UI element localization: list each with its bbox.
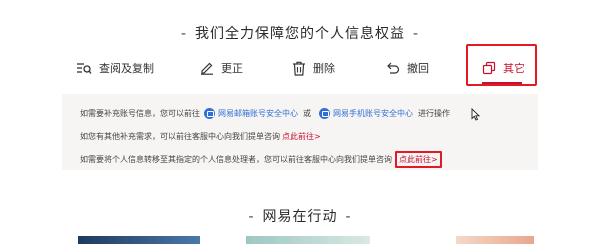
info-text: 如需要补充账号信息，您可以前往 bbox=[80, 109, 200, 118]
section-heading: - 我们全力保障您的个人信息权益 - bbox=[0, 23, 600, 43]
tab-query-copy[interactable]: 查阅及复制 bbox=[76, 50, 154, 86]
mouse-pointer-icon bbox=[471, 108, 480, 121]
phone-security-center-link[interactable]: 网易手机账号安全中心 bbox=[315, 108, 413, 119]
highlight-box-other-tab bbox=[466, 44, 537, 86]
info-line-other-needs: 如您有其他补充需求，可以前往客服中心向我们提单咨询 点此前往> bbox=[80, 131, 321, 142]
info-line-supplement-account: 如需要补充账号信息，您可以前往 网易邮箱账号安全中心 或 网易手机账号安全中心 … bbox=[80, 108, 450, 119]
info-text: 如需要将个人信息转移至其指定的个人信息处理者，您可以前往客服中心向我们提单咨询 bbox=[80, 155, 392, 164]
heading-dash: - bbox=[345, 209, 352, 225]
mail-icon bbox=[204, 108, 215, 119]
link-label: 网易邮箱账号安全中心 bbox=[218, 109, 298, 118]
heading-dash: - bbox=[248, 209, 255, 225]
action-card-image[interactable] bbox=[78, 236, 200, 244]
tab-withdraw[interactable]: 撤回 bbox=[386, 50, 429, 86]
undo-icon bbox=[387, 62, 400, 74]
tab-label: 撤回 bbox=[407, 62, 429, 75]
heading-title: 网易在行动 bbox=[262, 209, 338, 225]
heading-dash: - bbox=[180, 26, 187, 42]
section-heading: - 网易在行动 - bbox=[0, 206, 600, 226]
tab-delete[interactable]: 删除 bbox=[292, 50, 335, 86]
goto-link-highlighted[interactable]: 点此前往> bbox=[395, 151, 442, 168]
action-card-image[interactable] bbox=[456, 236, 534, 244]
action-card-image[interactable] bbox=[246, 236, 370, 244]
trash-icon bbox=[293, 61, 305, 76]
search-list-icon bbox=[77, 63, 92, 74]
info-text: 进行操作 bbox=[418, 109, 450, 118]
info-text: 或 bbox=[303, 109, 311, 118]
action-card-strip bbox=[0, 236, 600, 244]
link-label: 网易手机账号安全中心 bbox=[333, 109, 413, 118]
info-line-transfer: 如需要将个人信息转移至其指定的个人信息处理者，您可以前往客服中心向我们提单咨询 … bbox=[80, 151, 442, 168]
heading-title: 我们全力保障您的个人信息权益 bbox=[195, 26, 405, 42]
info-text: 如您有其他补充需求，可以前往客服中心向我们提单咨询 bbox=[80, 132, 280, 141]
phone-icon bbox=[319, 108, 330, 119]
tab-label: 查阅及复制 bbox=[99, 62, 154, 75]
goto-link[interactable]: 点此前往> bbox=[282, 131, 321, 142]
info-panel: 如需要补充账号信息，您可以前往 网易邮箱账号安全中心 或 网易手机账号安全中心 … bbox=[62, 94, 538, 170]
tab-label: 删除 bbox=[313, 62, 335, 75]
tab-correct[interactable]: 更正 bbox=[200, 50, 243, 86]
mail-security-center-link[interactable]: 网易邮箱账号安全中心 bbox=[200, 108, 298, 119]
pencil-icon bbox=[201, 62, 213, 75]
heading-dash: - bbox=[413, 26, 420, 42]
tab-label: 更正 bbox=[221, 62, 243, 75]
